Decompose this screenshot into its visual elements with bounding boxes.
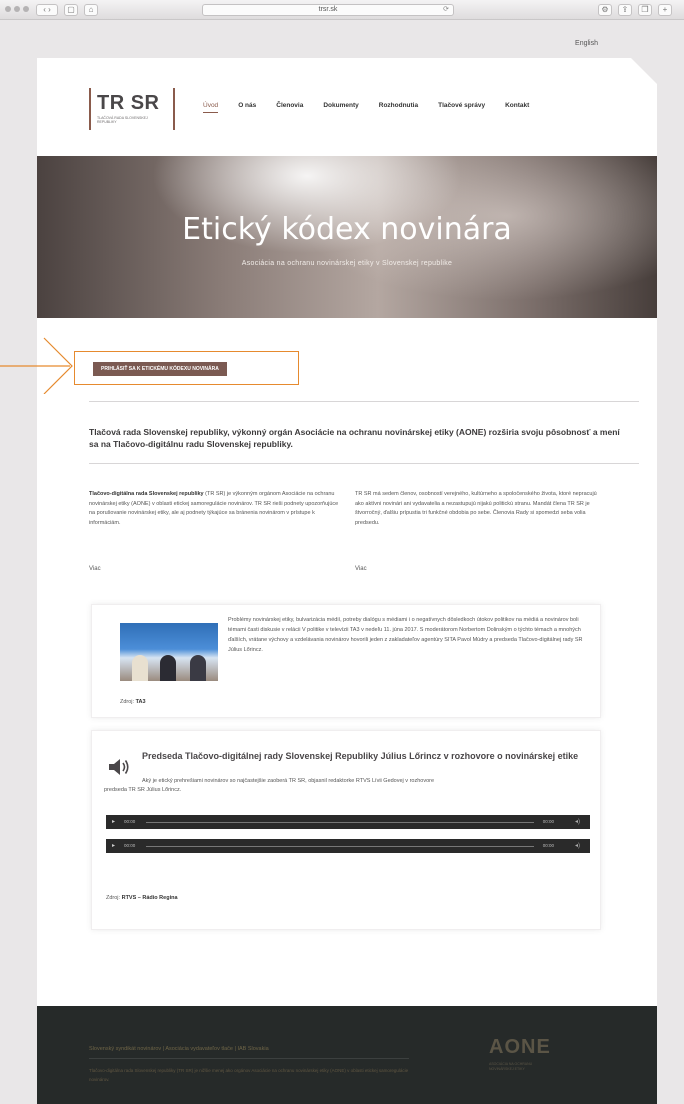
video-source: Zdroj: TA3	[120, 699, 146, 705]
footer-text: Tlačovo-digitálna rada Slovenskej republ…	[89, 1068, 409, 1082]
source-name: TA3	[135, 699, 146, 705]
current-time: 00:00	[124, 843, 136, 848]
join-code-button[interactable]: PRIHLÁSIŤ SA K ETICKÉMU KÓDEXU NOVINÁRA	[93, 362, 227, 376]
audio-player[interactable]: ▸ 00:00 00:00 ◂)	[106, 815, 590, 829]
duration: 00:00	[542, 843, 554, 848]
volume-icon[interactable]: ◂)	[575, 818, 580, 825]
reload-icon[interactable]: ⟳	[443, 5, 449, 15]
sidebar-icon[interactable]: ▢	[64, 4, 78, 16]
audio-title: Predseda Tlačovo-digitálnej rady Slovens…	[142, 751, 579, 761]
footer-divider	[89, 1058, 409, 1059]
tabs-icon[interactable]: ❐	[638, 4, 652, 16]
speaker-icon	[109, 759, 129, 775]
logo-text: TR SR	[97, 92, 160, 114]
nav-item-uvod[interactable]: Úvod	[203, 102, 219, 113]
aone-subtitle: Asociácia na ochranu novinárskej etiky	[489, 1062, 533, 1071]
audio-description-cont: predseda TR SR Július Lőrincz.	[104, 787, 182, 793]
seek-bar[interactable]	[146, 822, 534, 823]
hero-title: Etický kódex novinára	[182, 212, 512, 247]
about-strong: Tlačovo-digitálna rada Slovenskej republ…	[89, 491, 204, 497]
page-card: TR SR Tlačová rada Slovenskej republiky …	[37, 58, 657, 1058]
source-name: RTVS – Rádio Regina	[121, 895, 178, 901]
share-icon[interactable]: ⇪	[618, 4, 632, 16]
members-column: TR SR má sedem členov, osobností verejné…	[355, 491, 597, 526]
nav-item-dokumenty[interactable]: Dokumenty	[323, 102, 358, 109]
minimize-window-icon[interactable]	[14, 6, 20, 12]
home-icon[interactable]: ⌂	[84, 4, 98, 16]
hero-subtitle: Asociácia na ochranu novinárskej etiky v…	[241, 260, 453, 267]
cta-highlight: PRIHLÁSIŤ SA K ETICKÉMU KÓDEXU NOVINÁRA	[74, 351, 299, 385]
duration: 00:00	[542, 819, 554, 824]
audio-player[interactable]: ▸ 00:00 00:00 ◂)	[106, 839, 590, 853]
site-footer: Slovenský syndikát novinárov | Asociácia…	[37, 1006, 657, 1104]
site-logo[interactable]: TR SR Tlačová rada Slovenskej republiky	[89, 88, 175, 130]
person-figure	[160, 655, 176, 681]
main-nav: Úvod O nás Členovia Dokumenty Rozhodnuti…	[203, 102, 529, 113]
more-link[interactable]: Viac	[89, 566, 101, 572]
current-time: 00:00	[124, 819, 136, 824]
person-figure	[190, 655, 206, 681]
add-tab-icon[interactable]: +	[658, 4, 672, 16]
nav-item-kontakt[interactable]: Kontakt	[505, 102, 529, 109]
person-figure	[132, 655, 148, 681]
audio-source: Zdroj: RTVS – Rádio Regina	[106, 895, 178, 901]
nav-item-tlacove-spravy[interactable]: Tlačové správy	[438, 102, 485, 109]
card-corner	[631, 58, 657, 84]
audio-box: Predseda Tlačovo-digitálnej rady Slovens…	[91, 730, 601, 930]
footer-links[interactable]: Slovenský syndikát novinárov | Asociácia…	[89, 1046, 269, 1052]
nav-item-o-nas[interactable]: O nás	[238, 102, 256, 109]
aone-logo[interactable]: AONE	[489, 1036, 551, 1059]
address-bar[interactable]: trsr.sk ⟳	[202, 4, 454, 16]
browser-toolbar: ‹ › ▢ ⌂ trsr.sk ⟳ ⚙ ⇪ ❐ +	[0, 0, 684, 20]
close-window-icon[interactable]	[5, 6, 11, 12]
back-forward-icon[interactable]: ‹ ›	[36, 4, 58, 16]
settings-icon[interactable]: ⚙	[598, 4, 612, 16]
logo-subtitle: Tlačová rada Slovenskej republiky	[97, 116, 148, 124]
video-thumbnail[interactable]	[120, 623, 218, 681]
highlight-arrow-icon	[0, 337, 73, 394]
lead-paragraph: Tlačová rada Slovenskej republiky, výkon…	[89, 427, 620, 449]
divider	[89, 401, 639, 402]
play-icon[interactable]: ▸	[112, 842, 115, 849]
zoom-window-icon[interactable]	[23, 6, 29, 12]
about-column: Tlačovo-digitálna rada Slovenskej republ…	[89, 490, 339, 528]
seek-bar[interactable]	[146, 846, 534, 847]
audio-description: Aký je etický prehrešiami novinárov so n…	[142, 778, 435, 784]
hero-banner: Etický kódex novinára Asociácia na ochra…	[37, 156, 657, 318]
nav-item-clenovia[interactable]: Členovia	[276, 102, 303, 109]
source-label: Zdroj:	[106, 895, 122, 901]
url-text: trsr.sk	[318, 6, 338, 13]
volume-icon[interactable]: ◂)	[575, 842, 580, 849]
video-box: Problémy novinárskej etiky, bulvarizácia…	[91, 604, 601, 718]
language-switch[interactable]: English	[575, 40, 598, 47]
nav-item-rozhodnutia[interactable]: Rozhodnutia	[379, 102, 418, 109]
video-description: Problémy novinárskej etiky, bulvarizácia…	[228, 617, 583, 653]
more-link[interactable]: Viac	[355, 566, 367, 572]
play-icon[interactable]: ▸	[112, 818, 115, 825]
source-label: Zdroj:	[120, 699, 136, 705]
divider	[89, 463, 639, 464]
